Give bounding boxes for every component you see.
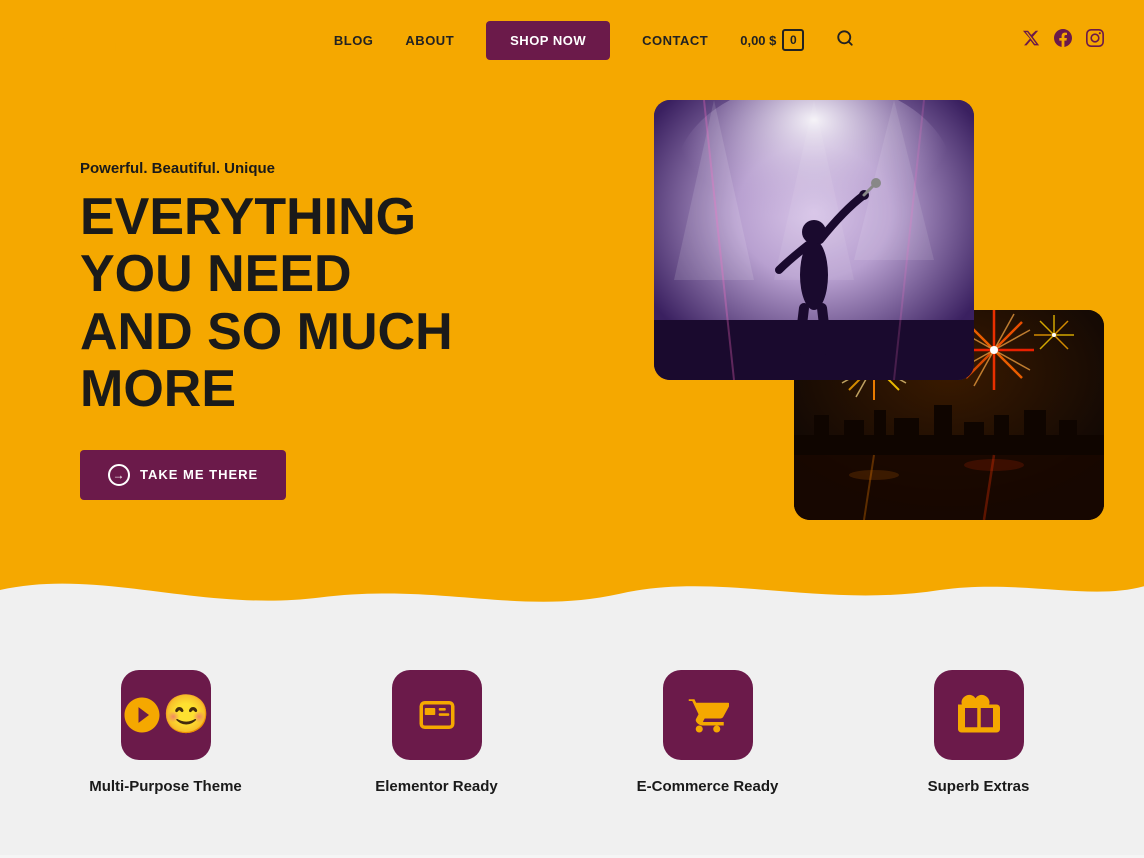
search-button[interactable]: [836, 29, 854, 52]
feature-label-1: Elementor Ready: [375, 778, 498, 795]
cta-label: TAKE ME THERE: [140, 467, 258, 482]
hero-images: [654, 100, 1104, 520]
instagram-icon[interactable]: [1086, 29, 1104, 52]
nav-about[interactable]: ABOUT: [405, 33, 454, 48]
feature-item-2: E-Commerce Ready: [582, 670, 833, 795]
main-nav: BLOG ABOUT SHOP NOW CONTACT 0,00 $ 0: [334, 21, 855, 60]
social-icons: [1022, 29, 1104, 52]
take-me-there-button[interactable]: → TAKE ME THERE: [80, 450, 286, 500]
facebook-icon[interactable]: [1054, 29, 1072, 52]
hero-subtitle: Powerful. Beautiful. Unique: [80, 160, 520, 177]
shop-now-button[interactable]: SHOP NOW: [486, 21, 610, 60]
hero-title: EVERYTHING YOU NEED AND SO MUCH MORE: [80, 189, 520, 418]
feature-icon-elementor: [392, 670, 482, 760]
cart-area[interactable]: 0,00 $ 0: [740, 29, 804, 51]
twitter-icon[interactable]: [1022, 29, 1040, 52]
feature-label-0: Multi-Purpose Theme: [89, 778, 242, 795]
hero-section: Powerful. Beautiful. Unique EVERYTHING Y…: [0, 0, 1144, 620]
feature-emoji-0: 😊: [163, 696, 210, 734]
logo-dot: .: [158, 22, 166, 58]
hero-content: Powerful. Beautiful. Unique EVERYTHING Y…: [0, 100, 560, 600]
feature-icon-multipurpose: 😊: [121, 670, 211, 760]
cart-price: 0,00 $: [740, 33, 776, 48]
feature-icon-ecommerce: [663, 670, 753, 760]
nav-contact[interactable]: CONTACT: [642, 33, 708, 48]
feature-label-2: E-Commerce Ready: [637, 778, 779, 795]
search-icon: [836, 29, 854, 47]
feature-item-3: Superb Extras: [853, 670, 1104, 795]
hero-title-line1: EVERYTHING YOU NEED: [80, 188, 416, 303]
features-grid: 😊 Multi-Purpose Theme Elementor Ready: [40, 670, 1104, 795]
wave-divider: [0, 560, 1144, 620]
circle-arrow-icon: →: [108, 464, 130, 486]
hero-image-1: [654, 100, 974, 380]
logo-text: OceanWP: [40, 27, 158, 57]
feature-label-3: Superb Extras: [928, 778, 1030, 795]
features-section: 😊 Multi-Purpose Theme Elementor Ready: [0, 620, 1144, 855]
feature-item-1: Elementor Ready: [311, 670, 562, 795]
cart-count: 0: [782, 29, 804, 51]
header: OceanWP. BLOG ABOUT SHOP NOW CONTACT 0,0…: [0, 0, 1144, 80]
feature-icon-extras: [934, 670, 1024, 760]
logo[interactable]: OceanWP.: [40, 22, 166, 59]
nav-blog[interactable]: BLOG: [334, 33, 374, 48]
feature-item-0: 😊 Multi-Purpose Theme: [40, 670, 291, 795]
hero-title-line2: AND SO MUCH MORE: [80, 303, 453, 418]
